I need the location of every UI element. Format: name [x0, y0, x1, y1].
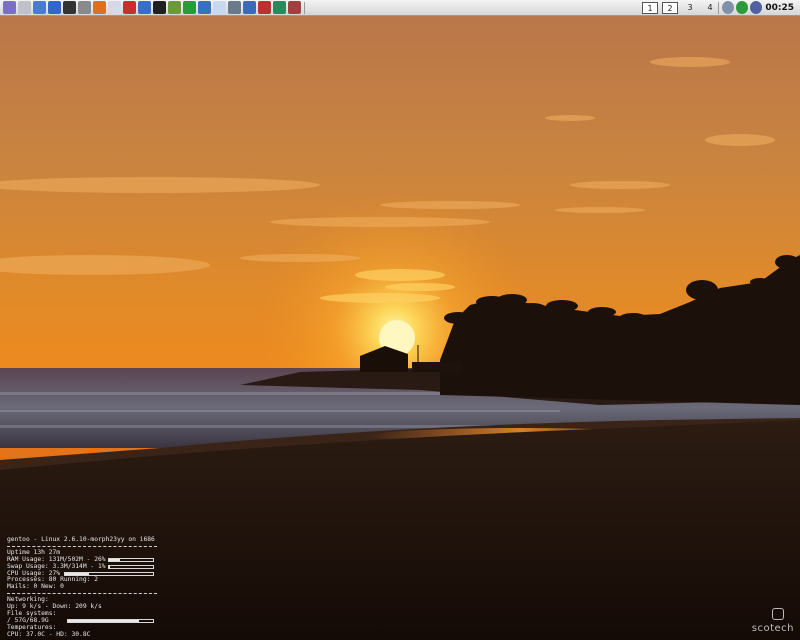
scotech-logo: scotech: [714, 604, 794, 634]
volume-tray-icon[interactable]: [722, 1, 734, 14]
network-tray-icon[interactable]: [736, 1, 748, 14]
conky-divider: [7, 545, 157, 547]
graphics-editor-icon[interactable]: [288, 1, 301, 14]
clock-widget-icon[interactable]: [18, 1, 31, 14]
fs-usage-fill: [68, 619, 139, 622]
ram-usage-bar: [108, 557, 154, 562]
web-browser-icon[interactable]: [198, 1, 211, 14]
screen-icon[interactable]: [153, 1, 166, 14]
globe-green-icon[interactable]: [183, 1, 196, 14]
document-icon[interactable]: [213, 1, 226, 14]
star-bookmarks-icon[interactable]: [93, 1, 106, 14]
terminal-icon[interactable]: [63, 1, 76, 14]
tools-icon[interactable]: [78, 1, 91, 14]
panel-clock[interactable]: 00:25: [765, 1, 794, 15]
workspace-2-button[interactable]: 2: [662, 2, 678, 14]
shield-icon[interactable]: [168, 1, 181, 14]
volume-icon[interactable]: [228, 1, 241, 14]
refresh-icon[interactable]: [273, 1, 286, 14]
mail-icon[interactable]: [123, 1, 136, 14]
ram-usage-fill: [109, 558, 121, 561]
top-panel: 1234 00:25: [0, 0, 800, 16]
conky-header: gentoo - Linux 2.6.10-morph23yy on i686: [7, 536, 155, 543]
cpu-usage-fill: [65, 572, 89, 575]
conky-system-monitor: gentoo - Linux 2.6.10-morph23yy on i686 …: [7, 536, 157, 639]
battery-tray-icon[interactable]: [750, 1, 762, 14]
fs-usage-bar: [67, 618, 154, 623]
panel-separator: [304, 2, 305, 14]
conky-fs-usage: / 57G/68.9G: [7, 616, 49, 624]
gentoo-menu-icon[interactable]: [3, 1, 16, 14]
workspace-1-button[interactable]: 1: [642, 2, 658, 14]
panel-separator: [718, 2, 719, 14]
cpu-usage-bar: [64, 571, 154, 576]
disk-icon[interactable]: [48, 1, 61, 14]
conky-divider: [7, 593, 157, 595]
image-viewer-icon[interactable]: [243, 1, 256, 14]
workspace-3-button[interactable]: 3: [682, 2, 698, 14]
conky-temperatures: CPU: 37.0C - HD: 30.8C: [7, 630, 91, 638]
eraser-icon[interactable]: [108, 1, 121, 14]
home-folder-icon[interactable]: [33, 1, 46, 14]
swap-usage-bar: [108, 564, 154, 569]
scotech-logo-mark: [772, 608, 784, 620]
grid-app-icon[interactable]: [258, 1, 271, 14]
display-settings-icon[interactable]: [138, 1, 151, 14]
conky-mails: Mails: 0 New: 0: [7, 583, 64, 591]
scotech-logo-text: scotech: [751, 623, 794, 634]
workspace-4-button[interactable]: 4: [702, 2, 718, 14]
